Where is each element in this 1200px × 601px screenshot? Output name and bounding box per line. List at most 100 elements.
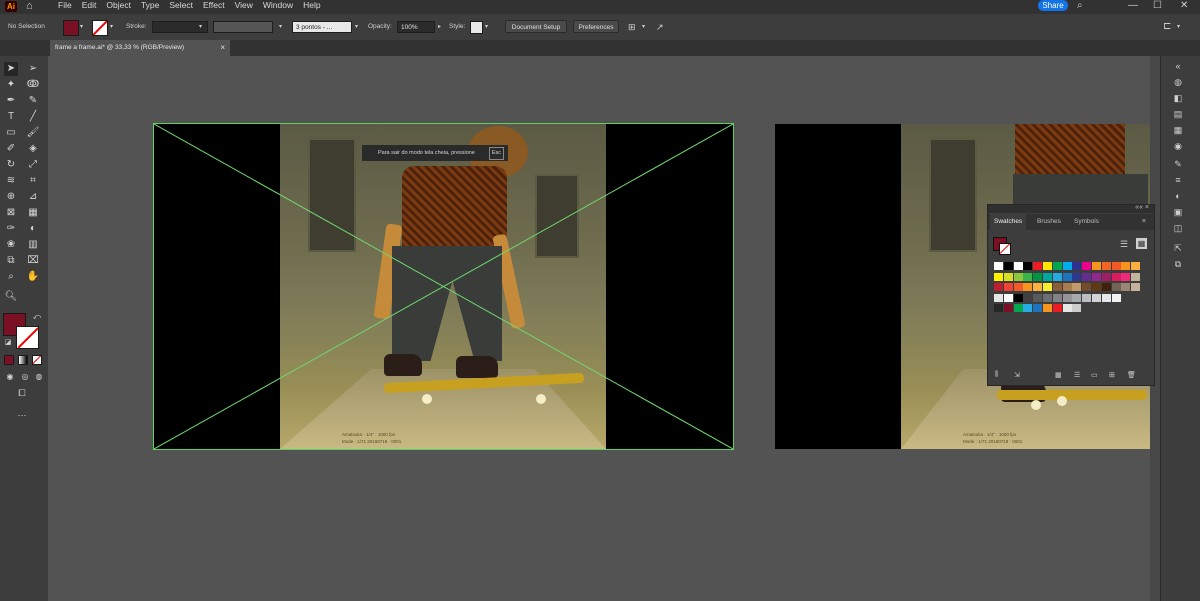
swatch[interactable] — [1072, 283, 1082, 291]
swatch[interactable] — [1013, 283, 1023, 291]
swatch[interactable] — [1101, 283, 1111, 291]
list-view-icon[interactable]: ☰ — [1120, 239, 1128, 250]
swatch[interactable] — [1023, 272, 1033, 281]
arrange-documents-icon[interactable]: ⊏ — [1163, 14, 1171, 40]
swatch[interactable] — [1052, 304, 1062, 312]
color-guide-icon[interactable]: ◉ — [1171, 140, 1185, 152]
zoom-tool-icon[interactable]: ⌕ — [4, 270, 18, 284]
swatch[interactable] — [1121, 272, 1131, 281]
hand-tool-icon[interactable]: ✋ — [26, 270, 40, 284]
swatch[interactable] — [1072, 272, 1082, 281]
swatch[interactable] — [1013, 293, 1023, 302]
swatch[interactable] — [1121, 283, 1131, 291]
document-tab[interactable]: frame a frame.ai* @ 33,33 % (RGB/Preview… — [50, 40, 230, 56]
swatch[interactable] — [1013, 262, 1023, 270]
panel-menu-icon[interactable]: ≡ — [1138, 214, 1150, 230]
properties-icon[interactable]: ◧ — [1171, 92, 1185, 104]
menu-select[interactable]: Select — [169, 0, 193, 14]
swatch[interactable] — [1003, 272, 1013, 281]
menu-view[interactable]: View — [235, 0, 253, 14]
swatch[interactable] — [1052, 283, 1062, 291]
arrange-dropdown-icon[interactable]: ▾ — [1177, 14, 1180, 40]
layers-icon[interactable]: ▤ — [1171, 108, 1185, 120]
swatch[interactable] — [1062, 272, 1072, 281]
swatch[interactable] — [1043, 272, 1052, 281]
swatches-panel-icon[interactable]: ▦ — [1171, 124, 1185, 136]
swatch[interactable] — [1131, 283, 1141, 291]
swatch[interactable] — [1023, 262, 1033, 270]
swatch[interactable] — [994, 272, 1003, 281]
close-tab-icon[interactable]: × — [220, 40, 225, 56]
swatch[interactable] — [1101, 272, 1111, 281]
swatch[interactable] — [1003, 293, 1013, 302]
swatch[interactable] — [1033, 293, 1043, 302]
swatch[interactable] — [1101, 293, 1111, 302]
swatch[interactable] — [1092, 283, 1101, 291]
line-tool-icon[interactable]: ╱ — [26, 110, 40, 124]
export-panel-icon[interactable]: ⇱ — [1171, 242, 1185, 254]
swatch[interactable] — [1003, 304, 1013, 312]
stroke-weight-dropdown-icon[interactable]: ▾ — [199, 14, 202, 40]
swatch[interactable] — [1033, 272, 1043, 281]
stroke-swatch[interactable] — [92, 20, 108, 36]
brushes-panel-icon[interactable]: ✎ — [1171, 158, 1185, 170]
swatch[interactable] — [1023, 283, 1033, 291]
mesh-tool-icon[interactable]: ⊠ — [4, 206, 18, 220]
draw-normal-icon[interactable]: ◉ — [3, 370, 17, 384]
panel-collapse-close-icon[interactable]: «« × — [1135, 204, 1149, 211]
pen-tool-icon[interactable]: ✒ — [4, 94, 18, 108]
menu-effect[interactable]: Effect — [203, 0, 225, 14]
swatch[interactable] — [1072, 304, 1082, 312]
swatch[interactable] — [1003, 283, 1013, 291]
screen-mode-icon[interactable]: ⧠ — [15, 386, 29, 400]
menu-window[interactable]: Window — [263, 0, 293, 14]
fill-swatch[interactable] — [63, 20, 79, 36]
menu-object[interactable]: Object — [106, 0, 131, 14]
align-dropdown-icon[interactable]: ▾ — [642, 14, 645, 40]
tab-brushes[interactable]: Brushes — [1033, 214, 1065, 230]
stroke-dropdown-icon[interactable]: ▾ — [110, 14, 113, 40]
grid-view-icon[interactable]: ▦ — [1136, 238, 1147, 249]
swatch[interactable] — [1092, 272, 1101, 281]
align-icon[interactable]: ⊞ — [628, 14, 636, 40]
stroke-panel-icon[interactable]: ≡ — [1171, 174, 1185, 186]
open-swatch-library-icon[interactable]: ⇲ — [1014, 371, 1020, 379]
swatch[interactable] — [1043, 293, 1052, 302]
opacity-field[interactable]: 100% — [397, 21, 435, 33]
scale-tool-icon[interactable]: ⤢ — [26, 158, 40, 172]
warp-tool-icon[interactable]: ≋ — [4, 174, 18, 188]
none-mode-icon[interactable] — [32, 355, 42, 365]
swatch[interactable] — [1131, 272, 1141, 281]
style-swatch[interactable] — [470, 21, 483, 34]
dock-collapse-icon[interactable]: « — [1171, 60, 1185, 72]
swap-fill-stroke-icon[interactable]: ⤺ — [30, 310, 44, 324]
tab-symbols[interactable]: Symbols — [1070, 214, 1103, 230]
default-fill-stroke-icon[interactable]: ◪ — [1, 336, 15, 350]
export-icon[interactable]: ↗ — [656, 14, 664, 40]
rotate-tool-icon[interactable]: ↻ — [4, 158, 18, 172]
swatch[interactable] — [994, 283, 1003, 291]
swatch[interactable] — [1013, 304, 1023, 312]
shaper-tool-icon[interactable]: ✐ — [4, 142, 18, 156]
swatch[interactable] — [1003, 262, 1013, 270]
close-window-icon[interactable]: ✕ — [1180, 0, 1188, 11]
graphic-styles-icon[interactable]: ▣ — [1171, 206, 1185, 218]
curvature-tool-icon[interactable]: ✎ — [26, 94, 40, 108]
type-tool-icon[interactable]: T — [4, 110, 18, 124]
swatch[interactable] — [1062, 262, 1072, 270]
perspective-grid-tool-icon[interactable]: ⊿ — [26, 190, 40, 204]
menu-edit[interactable]: Edit — [82, 0, 97, 14]
edit-toolbar-icon[interactable]: ⋯ — [15, 408, 29, 422]
swatch-options-icon[interactable]: ☰ — [1074, 371, 1080, 379]
swatch[interactable] — [1052, 272, 1062, 281]
swatch[interactable] — [1033, 304, 1043, 312]
minimize-icon[interactable]: — — [1128, 0, 1138, 11]
style-dropdown-icon[interactable]: ▾ — [485, 14, 488, 40]
rectangle-tool-icon[interactable]: ▭ — [4, 126, 18, 140]
blend-tool-icon[interactable]: ◐ — [26, 222, 40, 236]
eyedropper-tool-icon[interactable]: ✑ — [4, 222, 18, 236]
zoom-magnifier-icon[interactable]: 🔍︎ — [4, 290, 18, 304]
fill-dropdown-icon[interactable]: ▾ — [80, 14, 83, 40]
swatch[interactable] — [1082, 293, 1092, 302]
swatch[interactable] — [1072, 262, 1082, 270]
